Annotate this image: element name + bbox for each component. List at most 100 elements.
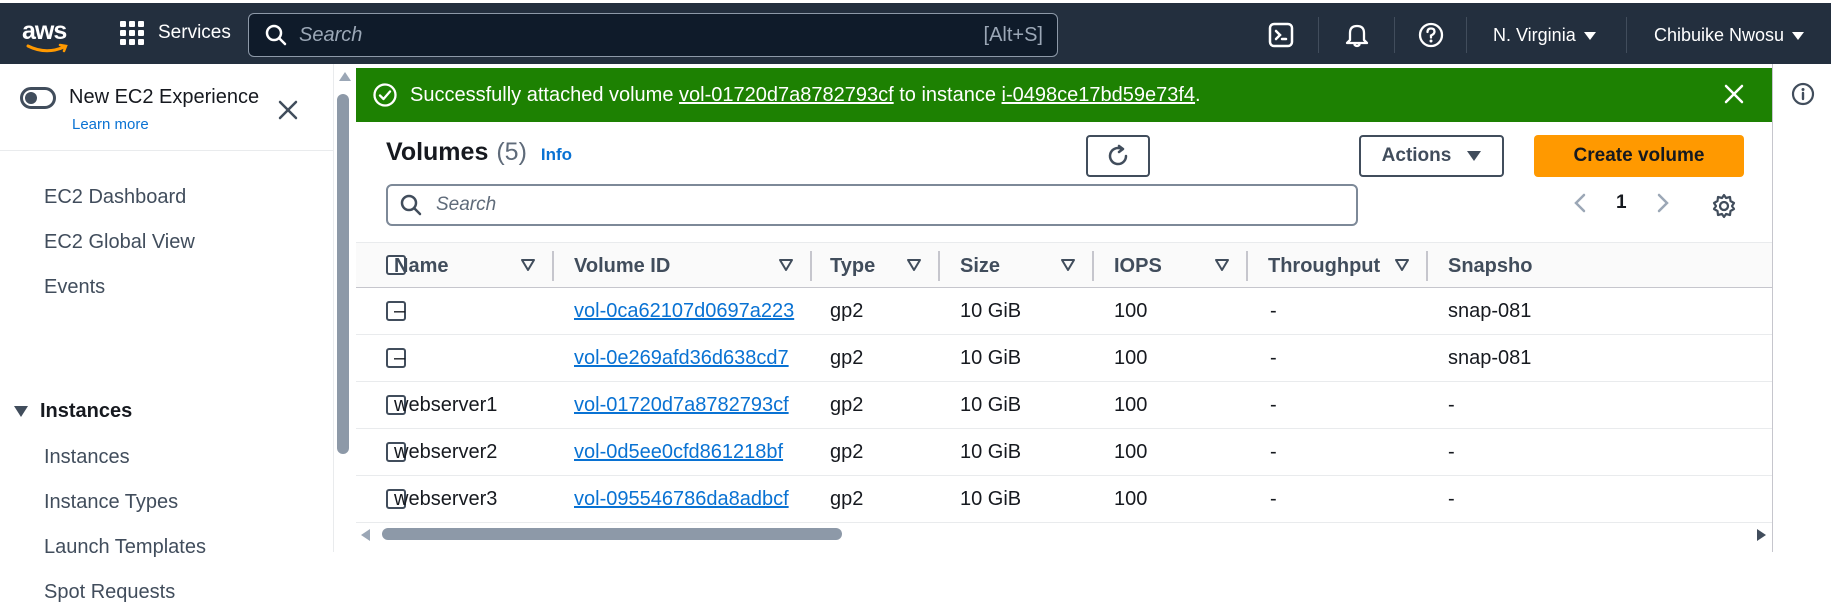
- cell-throughput: -: [1270, 394, 1277, 416]
- sidebar-item-instance-types[interactable]: Instance Types: [44, 491, 178, 514]
- sort-icon[interactable]: [906, 258, 922, 272]
- sort-icon[interactable]: [1214, 258, 1230, 272]
- aws-logo[interactable]: aws: [22, 17, 78, 57]
- create-volume-label: Create volume: [1573, 145, 1705, 166]
- sort-icon[interactable]: [520, 258, 536, 272]
- current-page[interactable]: 1: [1616, 192, 1627, 214]
- volume-search-input[interactable]: Search: [386, 184, 1358, 226]
- flash-instance-link[interactable]: i-0498ce17bd59e73f4: [1002, 84, 1196, 106]
- global-search-placeholder: Search: [299, 23, 363, 46]
- help-panel-rail: [1772, 64, 1831, 552]
- cell-throughput: -: [1270, 347, 1277, 369]
- sidebar-item-ec2-global-view[interactable]: EC2 Global View: [44, 231, 195, 254]
- chevron-left-icon[interactable]: [1572, 192, 1588, 214]
- close-icon[interactable]: [1722, 82, 1746, 106]
- column-header-volume-id[interactable]: Volume ID: [574, 243, 670, 289]
- cell-type: gp2: [830, 347, 864, 369]
- nav-divider: [1318, 17, 1319, 53]
- scrollbar-thumb[interactable]: [337, 94, 349, 454]
- new-ec2-experience-toggle[interactable]: [20, 86, 56, 109]
- aws-logo-text: aws: [22, 17, 67, 45]
- scroll-left-arrow-icon[interactable]: [361, 529, 370, 541]
- sidebar-section-instances[interactable]: Instances: [14, 400, 132, 423]
- sort-icon[interactable]: [1394, 258, 1410, 272]
- column-header-throughput[interactable]: Throughput: [1268, 243, 1380, 289]
- scroll-up-arrow-icon[interactable]: [339, 72, 351, 81]
- cell-snapshot: -: [1448, 441, 1455, 463]
- cell-throughput: -: [1270, 488, 1277, 510]
- column-header-size[interactable]: Size: [960, 243, 1000, 289]
- caret-down-icon: [14, 406, 28, 417]
- sidebar-item-instances[interactable]: Instances: [44, 446, 130, 469]
- table-row[interactable]: webserver3 vol-095546786da8adbcf gp2 10 …: [356, 476, 1772, 523]
- cloudshell-icon[interactable]: [1268, 22, 1294, 48]
- search-shortcut-hint: [Alt+S]: [983, 23, 1043, 46]
- cell-size: 10 GiB: [960, 488, 1022, 510]
- help-icon[interactable]: [1418, 22, 1444, 48]
- flash-volume-link[interactable]: vol-01720d7a8782793cf: [679, 84, 894, 106]
- volume-id-link[interactable]: vol-095546786da8adbcf: [574, 488, 789, 511]
- toggle-label: New EC2 Experience: [69, 86, 260, 108]
- table-horizontal-scrollbar[interactable]: [356, 522, 1772, 544]
- sidebar-item-events[interactable]: Events: [44, 276, 105, 299]
- column-divider[interactable]: [810, 251, 812, 281]
- account-menu[interactable]: Chibuike Nwosu: [1654, 25, 1805, 46]
- volume-search-placeholder: Search: [436, 194, 497, 215]
- cell-snapshot: -: [1448, 488, 1455, 510]
- user-name: Chibuike Nwosu: [1654, 25, 1785, 45]
- sidebar-item-launch-templates[interactable]: Launch Templates: [44, 536, 206, 559]
- table-row[interactable]: webserver1 vol-01720d7a8782793cf gp2 10 …: [356, 382, 1772, 429]
- column-divider[interactable]: [1246, 251, 1248, 281]
- column-header-type[interactable]: Type: [830, 243, 875, 289]
- nav-divider: [1626, 17, 1627, 53]
- column-divider[interactable]: [1426, 251, 1428, 281]
- table-header: Name Volume ID Type Size IOPS Throughput…: [356, 242, 1772, 288]
- column-divider[interactable]: [938, 251, 940, 281]
- table-row[interactable]: webserver2 vol-0d5ee0cfd861218bf gp2 10 …: [356, 429, 1772, 476]
- table-row[interactable]: – vol-0ca62107d0697a223 gp2 10 GiB 100 -…: [356, 288, 1772, 335]
- create-volume-button[interactable]: Create volume: [1534, 135, 1744, 177]
- sort-icon[interactable]: [778, 258, 794, 272]
- cell-name: webserver2: [394, 441, 498, 463]
- region-selector[interactable]: N. Virginia: [1493, 25, 1596, 46]
- refresh-button[interactable]: [1086, 135, 1150, 177]
- services-menu[interactable]: Services: [120, 21, 231, 45]
- sidebar-scrollbar[interactable]: [334, 64, 354, 552]
- success-flash-banner: Successfully attached volume vol-01720d7…: [356, 68, 1772, 122]
- close-icon[interactable]: [276, 98, 300, 122]
- cell-volume-id: vol-0ca62107d0697a223: [574, 288, 794, 335]
- cell-size: 10 GiB: [960, 394, 1022, 416]
- info-icon[interactable]: [1791, 82, 1815, 106]
- column-header-snapshot[interactable]: Snapsho: [1448, 243, 1532, 289]
- volumes-table: Name Volume ID Type Size IOPS Throughput…: [356, 242, 1772, 532]
- notifications-icon[interactable]: [1344, 22, 1370, 48]
- gear-icon[interactable]: [1710, 192, 1738, 220]
- cell-snapshot: -: [1448, 394, 1455, 416]
- learn-more-link[interactable]: Learn more: [72, 116, 149, 133]
- chevron-right-icon[interactable]: [1655, 192, 1671, 214]
- volume-id-link[interactable]: vol-0d5ee0cfd861218bf: [574, 441, 783, 464]
- search-icon: [400, 194, 422, 216]
- volume-id-link[interactable]: vol-01720d7a8782793cf: [574, 394, 789, 417]
- global-search-input[interactable]: Search [Alt+S]: [248, 13, 1058, 57]
- sidebar: New EC2 Experience Learn more EC2 Dashbo…: [0, 64, 334, 603]
- cell-type: gp2: [830, 300, 864, 322]
- scrollbar-thumb[interactable]: [382, 528, 842, 540]
- column-header-iops[interactable]: IOPS: [1114, 243, 1162, 289]
- cell-size: 10 GiB: [960, 300, 1022, 322]
- column-divider[interactable]: [1092, 251, 1094, 281]
- cell-snapshot: snap-081: [1448, 300, 1532, 322]
- sidebar-item-ec2-dashboard[interactable]: EC2 Dashboard: [44, 186, 186, 209]
- volume-id-link[interactable]: vol-0e269afd36d638cd7: [574, 347, 789, 370]
- info-link[interactable]: Info: [541, 145, 572, 165]
- scroll-right-arrow-icon[interactable]: [1757, 529, 1766, 541]
- sidebar-item-spot-requests[interactable]: Spot Requests: [44, 581, 175, 604]
- volume-id-link[interactable]: vol-0ca62107d0697a223: [574, 300, 794, 323]
- nav-divider: [1394, 17, 1395, 53]
- actions-button[interactable]: Actions: [1359, 135, 1504, 177]
- sort-icon[interactable]: [1060, 258, 1076, 272]
- top-navigation: aws Services Search [Alt+S] N. Virginia …: [0, 0, 1831, 64]
- refresh-icon: [1108, 144, 1128, 166]
- column-divider[interactable]: [552, 251, 554, 281]
- table-row[interactable]: – vol-0e269afd36d638cd7 gp2 10 GiB 100 -…: [356, 335, 1772, 382]
